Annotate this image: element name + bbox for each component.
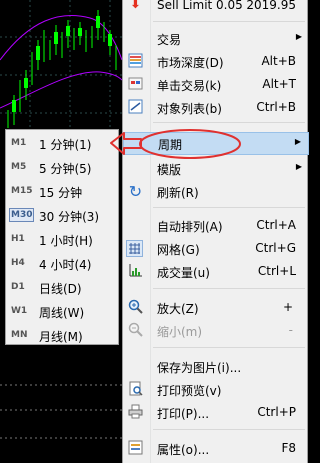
- menu-separator: [153, 347, 305, 348]
- period-item-m1[interactable]: M1 1 分钟(1): [6, 132, 118, 156]
- menu-item-shortcut: -: [288, 323, 293, 337]
- menu-item-label: 单击交易(k): [157, 79, 222, 93]
- menu-item-label: Sell Limit 0.05: [157, 0, 243, 12]
- period-item-m5[interactable]: M5 5 分钟(5): [6, 156, 118, 180]
- period-item-m15[interactable]: M15 15 分钟: [6, 180, 118, 204]
- period-item-mn[interactable]: MN 月线(M): [6, 324, 118, 348]
- period-code: H1: [11, 234, 25, 244]
- period-code: M30: [9, 208, 35, 222]
- period-code: M15: [11, 186, 33, 196]
- menu-item-save-as-picture[interactable]: 保存为图片(i)...: [123, 355, 309, 378]
- menu-item-label: 保存为图片(i)...: [157, 361, 242, 375]
- menu-item-label: 打印预览(v): [157, 384, 222, 398]
- submenu-arrow-icon: ▶: [295, 32, 302, 41]
- period-item-h4[interactable]: H4 4 小时(4): [6, 252, 118, 276]
- menu-item-shortcut: Ctrl+A: [256, 218, 296, 232]
- menu-item-shortcut: Ctrl+P: [257, 405, 296, 419]
- menu-item-print[interactable]: 打印(P)... Ctrl+P: [123, 401, 309, 424]
- menu-item-price: 2019.95: [246, 0, 296, 12]
- menu-item-label: 放大(Z): [157, 302, 199, 316]
- menu-item-refresh[interactable]: ↻ 刷新(R): [123, 180, 309, 203]
- period-label: 15 分钟: [39, 186, 83, 200]
- menu-item-grid[interactable]: 网格(G) Ctrl+G: [123, 237, 309, 260]
- menu-item-label: 属性(o)...: [157, 443, 210, 457]
- period-submenu: M1 1 分钟(1) M5 5 分钟(5) M15 15 分钟 M30 30 分…: [5, 129, 119, 345]
- objects-list-icon: [127, 99, 144, 116]
- period-code: W1: [11, 306, 28, 316]
- menu-separator: [153, 21, 305, 22]
- period-item-w1[interactable]: W1 周线(W): [6, 300, 118, 324]
- menu-item-label: 缩小(m): [157, 325, 203, 339]
- menu-item-zoom-out[interactable]: 缩小(m) -: [123, 319, 309, 342]
- menu-item-print-preview[interactable]: 打印预览(v): [123, 378, 309, 401]
- menu-item-period[interactable]: 周期 ▶: [123, 132, 309, 155]
- submenu-arrow-icon: ▶: [295, 162, 302, 171]
- menu-item-objects-list[interactable]: 对象列表(b) Ctrl+B: [123, 96, 309, 119]
- menu-item-shortcut: Ctrl+L: [257, 264, 296, 278]
- volumes-icon: [127, 263, 144, 280]
- menu-item-template[interactable]: 模版 ▶: [123, 157, 309, 180]
- zoom-out-icon: [127, 322, 144, 339]
- menu-item-sell-limit[interactable]: ⬇ Sell Limit 0.05 2019.95: [123, 0, 309, 17]
- menu-item-label: 周期: [158, 138, 183, 152]
- market-depth-icon: [127, 53, 144, 70]
- menu-item-shortcut: Alt+B: [261, 54, 296, 68]
- menu-item-auto-arrange[interactable]: 自动排列(A) Ctrl+A: [123, 214, 309, 237]
- period-label: 1 分钟(1): [39, 138, 92, 152]
- properties-icon: [127, 440, 144, 457]
- printer-icon: [127, 404, 144, 421]
- period-item-m30[interactable]: M30 30 分钟(3): [6, 204, 118, 228]
- period-label: 1 小时(H): [39, 234, 93, 248]
- menu-item-label: 刷新(R): [157, 186, 199, 200]
- menu-item-label: 市场深度(D): [157, 56, 224, 70]
- arrow-down-icon: ⬇: [130, 0, 141, 12]
- menu-item-market-depth[interactable]: 市场深度(D) Alt+B: [123, 50, 309, 73]
- menu-separator: [153, 429, 305, 430]
- period-code: M1: [11, 138, 27, 148]
- print-preview-icon: [127, 381, 144, 398]
- period-code: H4: [11, 258, 25, 268]
- period-label: 5 分钟(5): [39, 162, 92, 176]
- menu-item-volumes[interactable]: 成交量(u) Ctrl+L: [123, 260, 309, 283]
- menu-item-label: 模版: [157, 163, 182, 177]
- menu-item-one-click-trading[interactable]: 单击交易(k) Alt+T: [123, 73, 309, 96]
- menu-item-shortcut: +: [282, 300, 293, 314]
- period-code: D1: [11, 282, 25, 292]
- menu-item-label: 对象列表(b): [157, 102, 222, 116]
- zoom-in-icon: [127, 299, 144, 316]
- period-code: M5: [11, 162, 27, 172]
- period-label: 月线(M): [39, 330, 83, 344]
- menu-item-trading[interactable]: 交易 ▶: [123, 27, 309, 50]
- menu-item-zoom-in[interactable]: 放大(Z) +: [123, 296, 309, 319]
- menu-separator: [153, 122, 305, 123]
- menu-item-shortcut: Alt+T: [262, 77, 296, 91]
- period-label: 周线(W): [39, 306, 85, 320]
- period-label: 30 分钟(3): [39, 210, 100, 224]
- refresh-icon: ↻: [128, 182, 143, 201]
- menu-item-label: 网格(G): [157, 243, 200, 257]
- menu-item-shortcut: F8: [281, 441, 296, 455]
- menu-item-label: 交易: [157, 33, 182, 47]
- period-code: MN: [11, 330, 28, 340]
- one-click-trading-icon: [127, 76, 144, 93]
- menu-item-label: 打印(P)...: [157, 407, 210, 421]
- period-label: 日线(D): [39, 282, 82, 296]
- menu-item-properties[interactable]: 属性(o)... F8: [123, 437, 309, 460]
- menu-item-label: 成交量(u): [157, 266, 210, 280]
- period-item-h1[interactable]: H1 1 小时(H): [6, 228, 118, 252]
- grid-icon: [126, 240, 143, 257]
- menu-item-label: 自动排列(A): [157, 220, 223, 234]
- menu-separator: [153, 288, 305, 289]
- menu-item-shortcut: Ctrl+B: [256, 100, 296, 114]
- period-label: 4 小时(4): [39, 258, 92, 272]
- menu-separator: [153, 207, 305, 208]
- submenu-arrow-icon: ▶: [294, 137, 301, 146]
- menu-item-shortcut: Ctrl+G: [255, 241, 296, 255]
- chart-context-menu: ⬇ Sell Limit 0.05 2019.95 交易 ▶ 市场深度(D) A…: [122, 0, 309, 463]
- period-item-d1[interactable]: D1 日线(D): [6, 276, 118, 300]
